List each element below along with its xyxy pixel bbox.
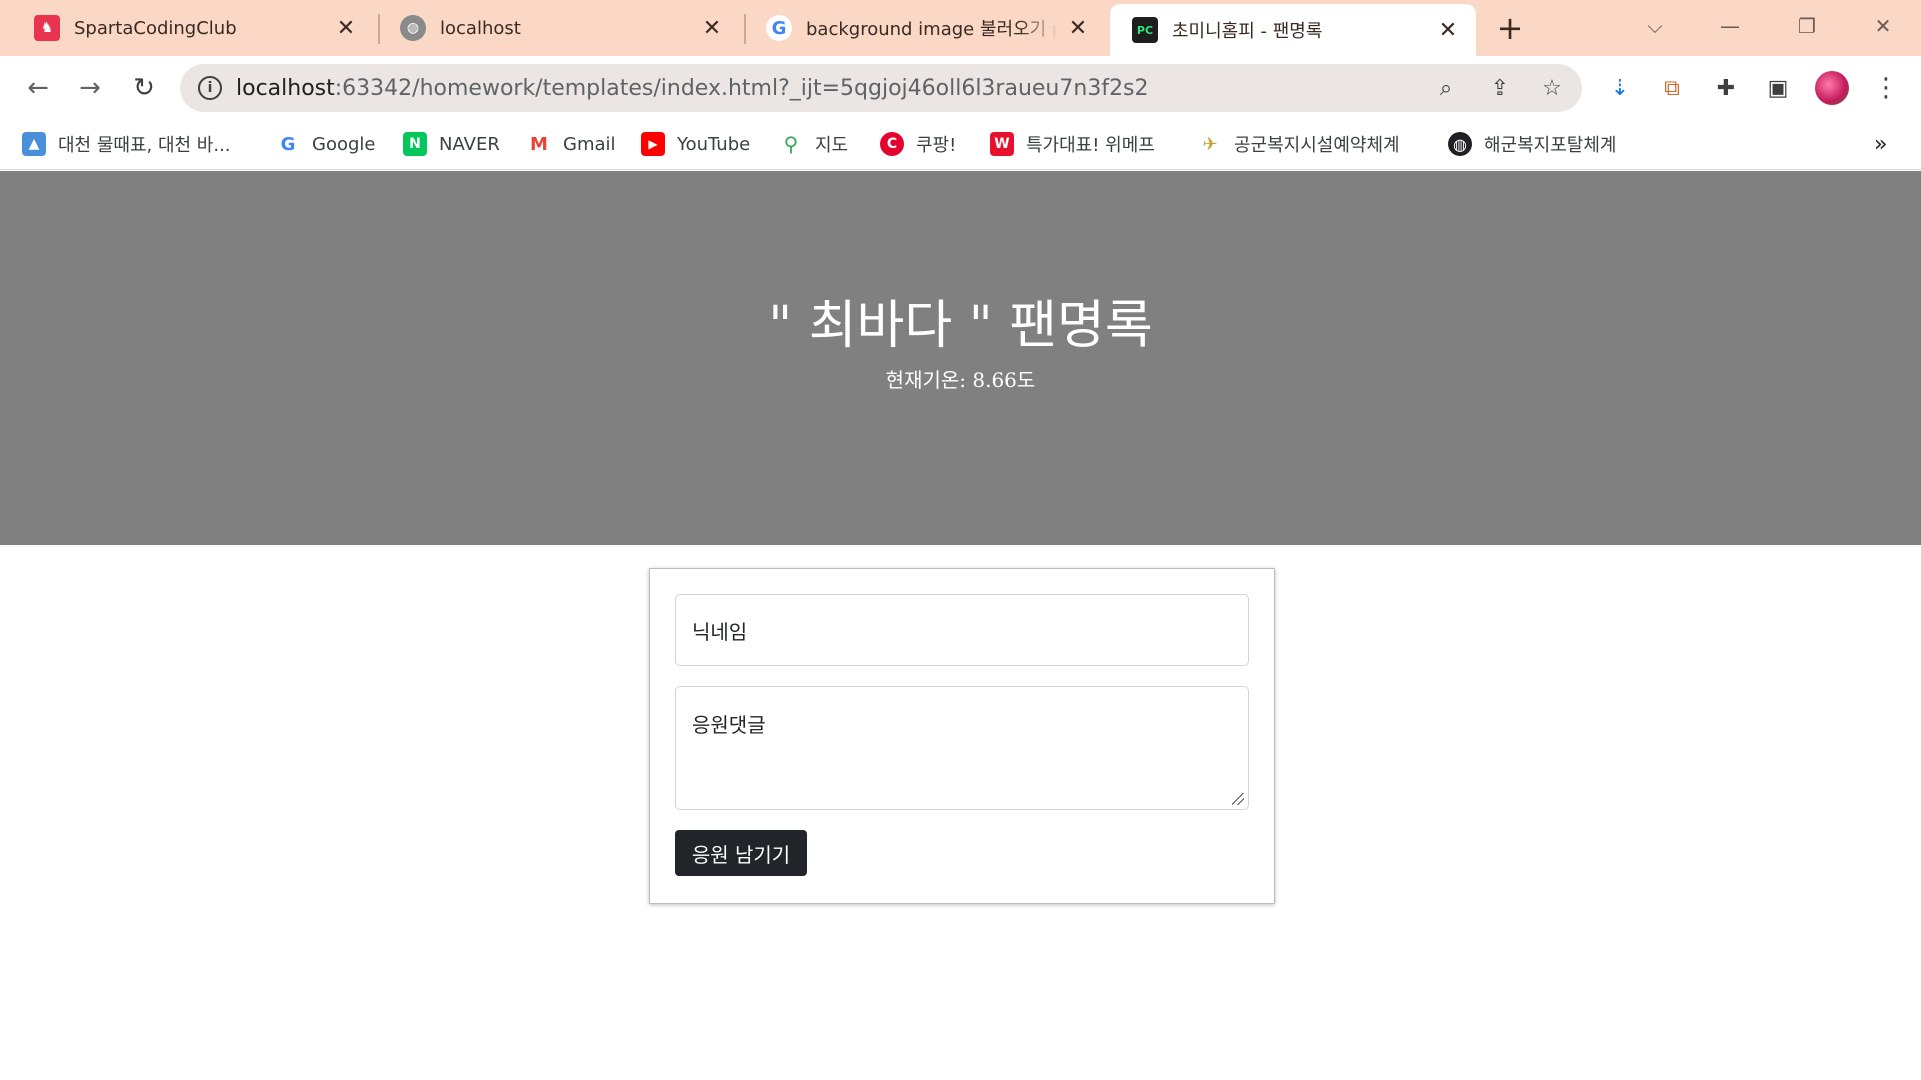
url-host: localhost [236,75,335,101]
comment-placeholder: 응원댓글 [692,713,766,737]
tab-title: SpartaCodingClub [74,17,237,39]
url-path: :63342/homework/templates/index.html?_ij… [334,75,1149,101]
bookmark-item[interactable]: M Gmail [527,128,616,160]
page-content: " 최바다 " 팬명록 현재기온: 8.66도 닉네임 응원댓글 응원 남기기 [0,171,1921,1080]
bookmark-label: 대천 물때표, 대천 바... [58,135,231,156]
window-close-icon[interactable]: ✕ [1858,6,1908,46]
bookmark-item[interactable]: W 특가대표! 위메프 [990,128,1155,160]
tab-title: localhost [440,17,521,39]
back-icon[interactable]: ← [18,68,58,108]
wemakeprice-icon: W [990,132,1014,156]
bookmark-label: Google [312,133,376,155]
extension-download-icon[interactable]: ⇣ [1600,68,1640,108]
globe-icon: ◍ [400,15,426,41]
bookmark-item[interactable]: ✈ 공군복지시설예약체계 [1198,128,1400,160]
tab-title: 초미니홈피 - 팬명록 [1172,21,1323,42]
star-icon[interactable]: ☆ [1532,68,1572,108]
tab-fan-guestbook[interactable]: PC 초미니홈피 - 팬명록 ✕ [1110,4,1476,56]
address-bar[interactable]: i localhost:63342/homework/templates/ind… [180,64,1582,112]
maps-icon: ⚲ [779,132,803,156]
pycharm-icon: PC [1132,17,1158,43]
extensions-puzzle-icon[interactable]: ✚ [1706,68,1746,108]
resize-grip-icon[interactable] [1232,793,1244,805]
new-tab-icon[interactable]: + [1492,9,1528,47]
bookmark-label: 지도 [815,135,849,156]
comment-form: 닉네임 응원댓글 응원 남기기 [649,568,1275,904]
side-panel-icon[interactable]: ▣ [1758,68,1798,108]
tab-strip: ♞ SpartaCodingClub ✕ ◍ localhost ✕ G bac… [0,0,1921,56]
page-title: " 최바다 " 팬명록 [768,296,1153,356]
bookmark-item[interactable]: G Google [276,128,375,160]
airforce-icon: ✈ [1198,132,1222,156]
menu-kebab-icon[interactable]: ⋮ [1866,68,1906,108]
bookmarks-overflow-icon[interactable]: » [1874,128,1887,160]
temperature-text: 현재기온: 8.66도 [885,368,1036,392]
close-icon[interactable]: ✕ [1436,18,1460,43]
naver-icon: N [403,132,427,156]
nickname-input[interactable]: 닉네임 [675,594,1249,666]
zoom-icon[interactable]: ⌕ [1426,68,1466,108]
tab-search-chevron-icon[interactable]: ⌵ [1630,6,1680,46]
cast-icon[interactable]: ⧉ [1652,68,1692,108]
bookmark-label: NAVER [439,133,500,155]
bookmark-item[interactable]: ▶ YouTube [641,128,750,160]
submit-comment-button[interactable]: 응원 남기기 [675,830,807,876]
forward-icon[interactable]: → [70,68,110,108]
sparta-favicon-icon: ♞ [34,15,60,41]
image-icon: ▲ [22,132,46,156]
bookmark-label: 공군복지시설예약체계 [1234,135,1400,156]
close-icon[interactable]: ✕ [1066,16,1090,41]
bookmark-item[interactable]: ⚲ 지도 [779,128,848,160]
tab-background-image[interactable]: G background image 불러오기 python ✕ [744,0,1106,56]
close-icon[interactable]: ✕ [334,16,358,41]
info-icon[interactable]: i [198,76,222,100]
bookmark-label: 해군복지포탈체계 [1484,135,1617,156]
bookmark-item[interactable]: C 쿠팡! [880,128,956,160]
gmail-icon: M [527,132,551,156]
bookmark-label: 쿠팡! [916,135,957,156]
globe-icon: ◍ [1448,132,1472,156]
bookmark-label: 특가대표! 위메프 [1026,135,1155,156]
url-text[interactable]: localhost:63342/homework/templates/index… [236,76,1149,101]
hero-banner: " 최바다 " 팬명록 현재기온: 8.66도 [0,171,1921,545]
bookmark-label: YouTube [677,133,751,155]
browser-toolbar: ← → ↻ i localhost:63342/homework/templat… [0,56,1921,118]
restore-icon[interactable]: ❐ [1782,6,1832,46]
tab-localhost[interactable]: ◍ localhost ✕ [378,0,740,56]
minimize-icon[interactable]: — [1705,6,1755,46]
reload-icon[interactable]: ↻ [124,68,164,108]
bookmark-item[interactable]: ◍ 해군복지포탈체계 [1448,128,1616,160]
youtube-icon: ▶ [641,132,665,156]
bookmarks-bar: ▲ 대천 물때표, 대천 바... G Google N NAVER M Gma… [0,118,1921,170]
close-icon[interactable]: ✕ [700,16,724,41]
comment-textarea[interactable]: 응원댓글 [675,686,1249,810]
profile-avatar-icon [1815,71,1849,105]
avatar[interactable] [1812,68,1852,108]
coupang-icon: C [880,132,904,156]
google-icon: G [276,132,300,156]
tab-spartacodingclub[interactable]: ♞ SpartaCodingClub ✕ [12,0,374,56]
bookmark-label: Gmail [563,133,616,155]
tab-title: background image 불러오기 python [806,19,1058,40]
google-icon: G [766,15,792,41]
bookmark-item[interactable]: ▲ 대천 물때표, 대천 바... [22,128,231,160]
nickname-placeholder: 닉네임 [692,619,748,644]
bookmark-item[interactable]: N NAVER [403,128,500,160]
share-icon[interactable]: ⇪ [1480,68,1520,108]
